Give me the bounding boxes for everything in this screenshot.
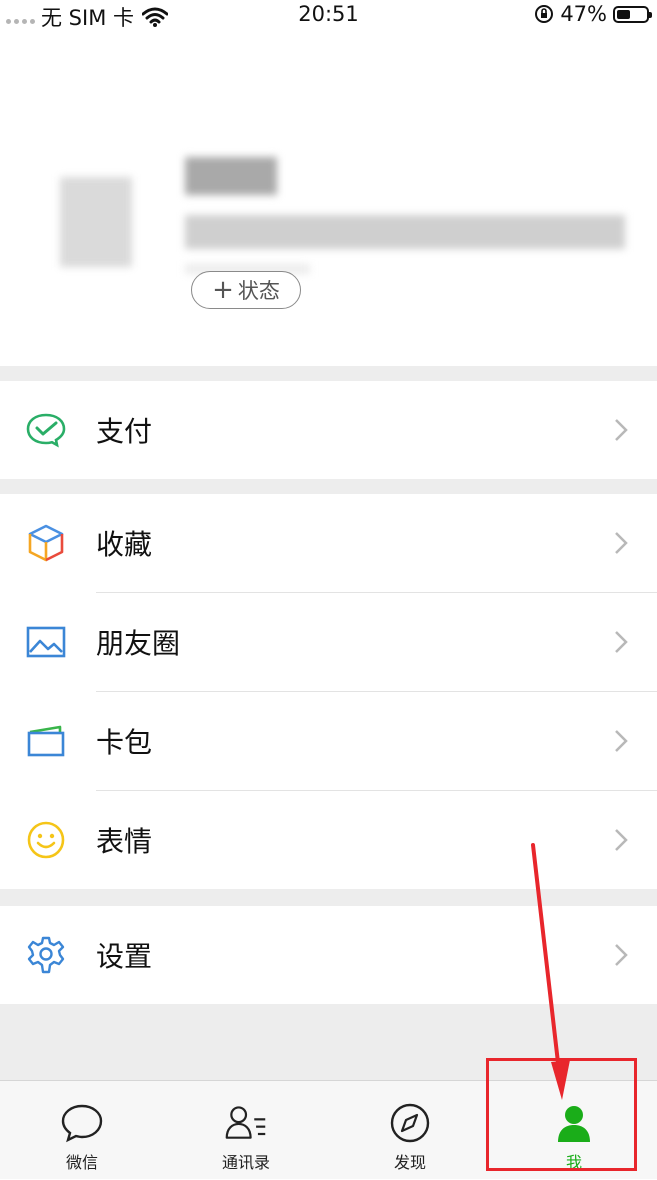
menu-item-label: 收藏 [96, 528, 153, 561]
tab-label: 微信 [65, 1153, 98, 1172]
menu-item-label: 卡包 [96, 726, 153, 759]
chevron-right-icon [615, 829, 628, 851]
menu-item-favorites[interactable]: 收藏 [0, 494, 657, 592]
cube-icon [26, 523, 66, 563]
smiley-icon [26, 820, 66, 860]
menu-item-stickers[interactable]: 表情 [0, 791, 657, 889]
annotation-highlight-box [486, 1058, 637, 1171]
battery-icon [613, 5, 652, 23]
wechat-pay-icon [26, 410, 66, 450]
menu-item-settings[interactable]: 设置 [0, 906, 657, 1004]
tab-contacts[interactable]: 通讯录 [164, 1081, 328, 1180]
chevron-right-icon [615, 944, 628, 966]
add-status-button[interactable]: + 状态 [191, 271, 301, 309]
image-icon [26, 622, 66, 662]
avatar[interactable] [60, 177, 132, 267]
wechat-id-redacted [185, 215, 625, 249]
chevron-right-icon [615, 419, 628, 441]
profile-header[interactable]: + 状态 [0, 32, 657, 366]
chevron-right-icon [615, 631, 628, 653]
card-icon [26, 721, 66, 761]
orientation-lock-icon [535, 5, 554, 23]
battery-percent: 47% [560, 2, 607, 26]
menu-item-pay[interactable]: 支付 [0, 381, 657, 479]
section-gap [0, 889, 657, 906]
section-gap [0, 366, 657, 381]
tab-label: 通讯录 [221, 1153, 270, 1172]
menu-item-label: 表情 [96, 825, 153, 858]
chat-bubble-icon [60, 1101, 104, 1145]
tab-chats[interactable]: 微信 [0, 1081, 164, 1180]
chevron-right-icon [615, 532, 628, 554]
plus-icon: + [212, 275, 234, 305]
compass-icon [388, 1101, 432, 1145]
section-gap [0, 479, 657, 494]
nickname-redacted [185, 157, 277, 195]
menu-item-cards[interactable]: 卡包 [0, 692, 657, 790]
status-bar-right: 47% [534, 2, 652, 26]
tab-discover[interactable]: 发现 [328, 1081, 492, 1180]
gear-icon [26, 935, 66, 975]
menu-item-moments[interactable]: 朋友圈 [0, 593, 657, 691]
menu-item-label: 支付 [96, 415, 153, 448]
battery-level [617, 9, 630, 19]
contacts-icon [224, 1101, 268, 1145]
menu-item-label: 设置 [96, 940, 153, 973]
tab-label: 发现 [393, 1153, 426, 1172]
chevron-right-icon [615, 730, 628, 752]
status-button-label: 状态 [237, 279, 280, 303]
menu-item-label: 朋友圈 [96, 627, 181, 660]
status-bar: 无 SIM 卡 20:51 47% [0, 0, 657, 32]
